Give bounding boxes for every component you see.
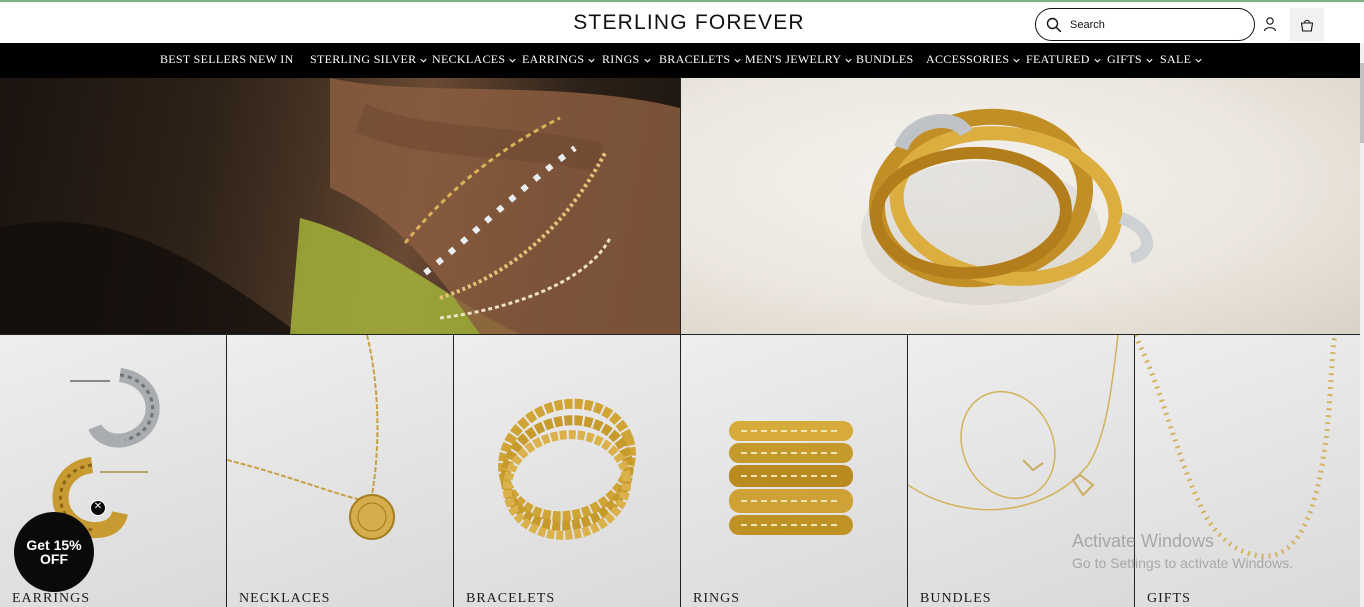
page-scrollbar[interactable] xyxy=(1360,43,1364,607)
nav-item-earrings[interactable]: EARRINGS xyxy=(522,52,596,67)
category-tile-necklaces[interactable]: NECKLACES xyxy=(227,335,454,607)
cart-button[interactable] xyxy=(1290,8,1324,41)
category-label: GIFTS xyxy=(1147,591,1191,606)
bracelets-art xyxy=(498,398,636,540)
nav-label: STERLING SILVER xyxy=(310,52,417,66)
nav-item-accessories[interactable]: ACCESSORIES xyxy=(926,52,1021,67)
nav-item-rings[interactable]: RINGS xyxy=(602,52,652,67)
nav-label: RINGS xyxy=(602,52,640,66)
account-icon[interactable] xyxy=(1262,16,1278,32)
chevron-down-icon xyxy=(509,58,516,63)
nav-item-featured[interactable]: FEATURED xyxy=(1026,52,1102,67)
nav-label: BRACELETS xyxy=(659,52,731,66)
nav-item-bundles[interactable]: BUNDLES xyxy=(856,52,913,67)
nav-label: ACCESSORIES xyxy=(926,52,1010,66)
chevron-down-icon xyxy=(845,58,852,63)
site-header: STERLING FOREVER xyxy=(0,0,1364,43)
rings-art xyxy=(729,421,853,535)
category-label: RINGS xyxy=(693,591,741,606)
search-bar[interactable] xyxy=(1035,8,1255,41)
nav-label: NEW IN xyxy=(249,52,294,66)
promo-line2: OFF xyxy=(40,551,68,567)
category-tile-rings[interactable]: RINGS xyxy=(681,335,908,607)
watermark-title: Activate Windows xyxy=(1072,531,1215,551)
necklaces-art xyxy=(227,335,395,540)
category-label: BRACELETS xyxy=(466,591,556,606)
nav-item-bracelets[interactable]: BRACELETS xyxy=(659,52,742,67)
discount-promo-button[interactable]: Get 15% OFF xyxy=(14,512,94,592)
nav-label: GIFTS xyxy=(1107,52,1142,66)
nav-label: SALE xyxy=(1160,52,1192,66)
chevron-down-icon xyxy=(1146,58,1153,63)
nav-label: EARRINGS xyxy=(522,52,585,66)
category-label: EARRINGS xyxy=(12,591,91,606)
nav-item-necklaces[interactable]: NECKLACES xyxy=(432,52,517,67)
chevron-down-icon xyxy=(420,58,427,63)
category-label: NECKLACES xyxy=(239,591,331,606)
hero-rings-art xyxy=(861,108,1153,305)
nav-label: NECKLACES xyxy=(432,52,506,66)
category-tile-bracelets[interactable]: BRACELETS xyxy=(454,335,681,607)
nav-label: BEST SELLERS xyxy=(160,52,247,66)
nav-item-best-sellers[interactable]: BEST SELLERS xyxy=(160,52,246,67)
chevron-down-icon xyxy=(1195,58,1202,63)
promo-line1: Get 15% xyxy=(26,537,82,553)
nav-item-gifts[interactable]: GIFTS xyxy=(1107,52,1154,67)
watermark-subtitle: Go to Settings to activate Windows. xyxy=(1072,555,1293,571)
category-label: BUNDLES xyxy=(920,591,992,606)
hero-bracelets-art xyxy=(0,78,680,334)
nav-item-sale[interactable]: SALE xyxy=(1160,52,1203,67)
cart-icon xyxy=(1300,19,1314,32)
chevron-down-icon xyxy=(1094,58,1101,63)
scrollbar-thumb[interactable] xyxy=(1360,63,1364,143)
main-nav: BEST SELLERS NEW IN STERLING SILVER NECK… xyxy=(0,43,1360,78)
nav-item-new-in[interactable]: NEW IN xyxy=(249,52,294,67)
chevron-down-icon xyxy=(1013,58,1020,63)
nav-label: BUNDLES xyxy=(856,52,914,66)
search-icon[interactable] xyxy=(1046,17,1062,33)
nav-label: FEATURED xyxy=(1026,52,1090,66)
nav-label: MEN'S JEWELRY xyxy=(745,52,842,66)
hero-rings-image[interactable] xyxy=(681,78,1362,334)
hero-bracelets-image[interactable] xyxy=(0,78,680,334)
chevron-down-icon xyxy=(643,58,651,63)
search-input[interactable] xyxy=(1070,18,1240,31)
chevron-down-icon xyxy=(588,58,595,63)
nav-item-sterling-silver[interactable]: STERLING SILVER xyxy=(310,52,428,67)
chevron-down-icon xyxy=(734,58,741,63)
nav-item-mens-jewelry[interactable]: MEN'S JEWELRY xyxy=(745,52,853,67)
windows-activation-watermark: Activate Windows Go to Settings to activ… xyxy=(1072,531,1293,571)
close-icon[interactable]: ✕ xyxy=(90,500,106,516)
